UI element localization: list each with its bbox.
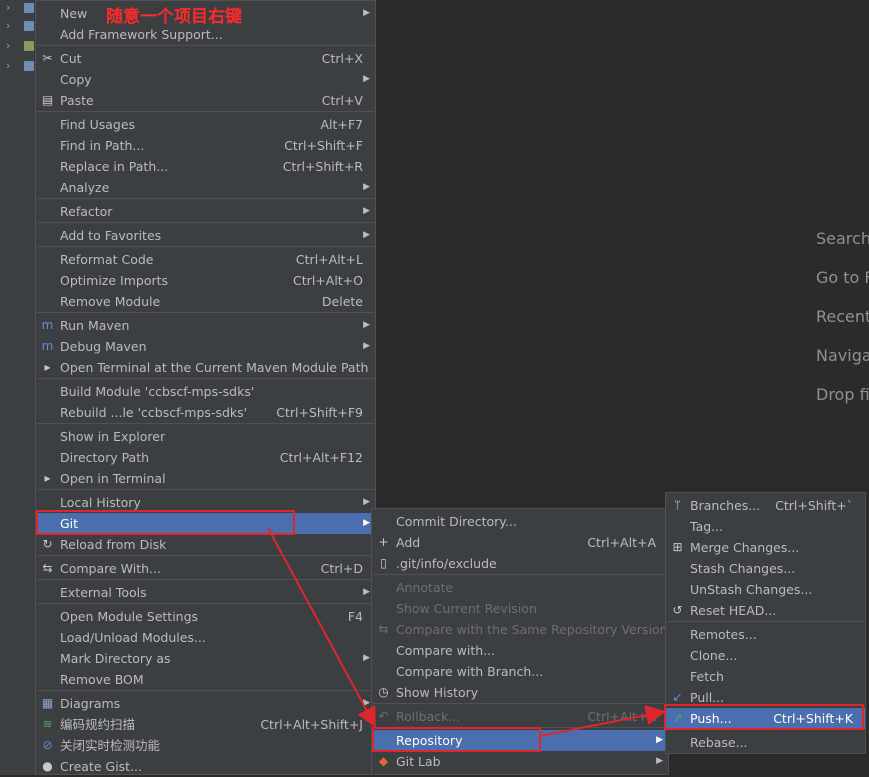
arrow-repository-to-push xyxy=(539,705,666,737)
arrow-git-to-repository xyxy=(267,527,376,728)
annotation-arrows xyxy=(267,527,666,737)
